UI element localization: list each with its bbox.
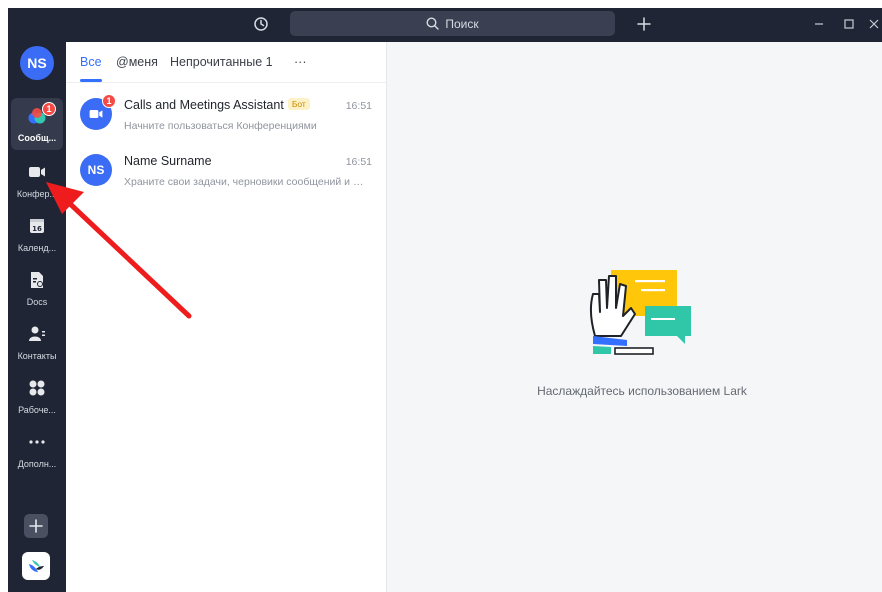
lark-logo[interactable]: [22, 552, 50, 580]
plus-icon: [637, 17, 651, 31]
active-tab-indicator: [80, 79, 102, 82]
welcome-illustration: [589, 270, 691, 355]
calendar-day-number: 16: [32, 225, 42, 233]
new-item-button[interactable]: [632, 12, 656, 36]
tabs-more-button[interactable]: ···: [294, 55, 307, 69]
sidebar-item-calendar[interactable]: 16 Календ...: [11, 208, 63, 260]
welcome-message: Наслаждайтесь использованием Lark: [537, 384, 747, 398]
sidebar-item-label: Рабоче...: [18, 405, 56, 415]
sidebar-item-label: Календ...: [17, 243, 57, 253]
left-navigation-rail: NS 1 Сообщ... Конфер... 16 Календ... Doc…: [8, 42, 66, 592]
chat-list-panel: Все @меня Непрочитанные 1 ··· 1 Calls an…: [66, 42, 387, 592]
sidebar-item-label: Контакты: [17, 351, 57, 361]
video-camera-icon: [29, 167, 45, 177]
chat-unread-badge: 1: [102, 94, 116, 108]
chat-time: 16:51: [345, 156, 372, 168]
close-button[interactable]: [864, 14, 882, 34]
title-bar: Поиск: [8, 8, 882, 42]
sidebar-item-contacts[interactable]: Контакты: [11, 316, 63, 368]
lark-app-window: Поиск NS 1 Сообщ... Конфер... 16 Календ.…: [8, 8, 882, 592]
sidebar-item-label: Дополн...: [17, 459, 57, 469]
search-label: Поиск: [445, 16, 479, 31]
tab-all[interactable]: Все: [80, 55, 102, 69]
sidebar-item-docs[interactable]: Docs: [11, 262, 63, 314]
contact-initials: NS: [87, 163, 105, 177]
plus-icon: [29, 519, 43, 533]
minimize-button[interactable]: [809, 14, 829, 34]
calendar-icon: 16: [30, 219, 44, 233]
search-icon: [426, 17, 440, 30]
chat-filter-tabs: Все @меня Непрочитанные 1 ···: [66, 42, 386, 83]
sidebar-item-label: Конфер...: [16, 189, 58, 199]
workplace-icon: [29, 380, 45, 396]
history-icon: [254, 17, 268, 31]
bot-tag: Бот: [287, 98, 310, 110]
contact-avatar: NS: [80, 154, 112, 186]
docs-icon: [31, 272, 43, 288]
tab-unread[interactable]: Непрочитанные 1: [170, 55, 273, 69]
maximize-button[interactable]: [839, 14, 859, 34]
history-button[interactable]: [249, 12, 273, 36]
search-bar[interactable]: Поиск: [290, 11, 615, 36]
user-initials: NS: [27, 55, 47, 71]
add-app-button[interactable]: [24, 514, 48, 538]
more-dots-icon: [29, 440, 45, 444]
messages-unread-badge: 1: [42, 102, 56, 116]
main-content-area: Наслаждайтесь использованием Lark: [387, 42, 882, 592]
tab-mentions[interactable]: @меня: [116, 55, 158, 69]
chat-preview: Начните пользоваться Конференциями: [124, 120, 317, 132]
chat-preview: Храните свои задачи, черновики сообщений…: [124, 176, 372, 188]
maximize-icon: [844, 19, 854, 29]
sidebar-item-label: Сообщ...: [17, 133, 57, 143]
video-camera-icon: [89, 110, 103, 118]
chat-name-text: Calls and Meetings Assistant: [124, 98, 284, 112]
sidebar-item-workplace[interactable]: Рабоче...: [11, 370, 63, 422]
chat-name: Calls and Meetings Assistant Бот: [124, 98, 310, 112]
sidebar-item-conferences[interactable]: Конфер...: [11, 154, 63, 206]
lark-logo-icon: [29, 560, 44, 572]
close-icon: [869, 19, 879, 29]
chat-list-item-name-surname[interactable]: NS Name Surname 16:51 Храните свои задач…: [66, 148, 386, 204]
minimize-icon: [815, 23, 823, 25]
chat-name: Name Surname: [124, 154, 212, 168]
user-avatar[interactable]: NS: [20, 46, 54, 80]
sidebar-item-messages[interactable]: 1 Сообщ...: [11, 98, 63, 150]
chat-list-item-calls-assistant[interactable]: 1 Calls and Meetings Assistant Бот 16:51 …: [66, 92, 386, 148]
chat-time: 16:51: [345, 100, 372, 112]
sidebar-item-more[interactable]: Дополн...: [11, 424, 63, 476]
contacts-icon: [29, 326, 45, 341]
sidebar-item-label: Docs: [26, 297, 48, 307]
